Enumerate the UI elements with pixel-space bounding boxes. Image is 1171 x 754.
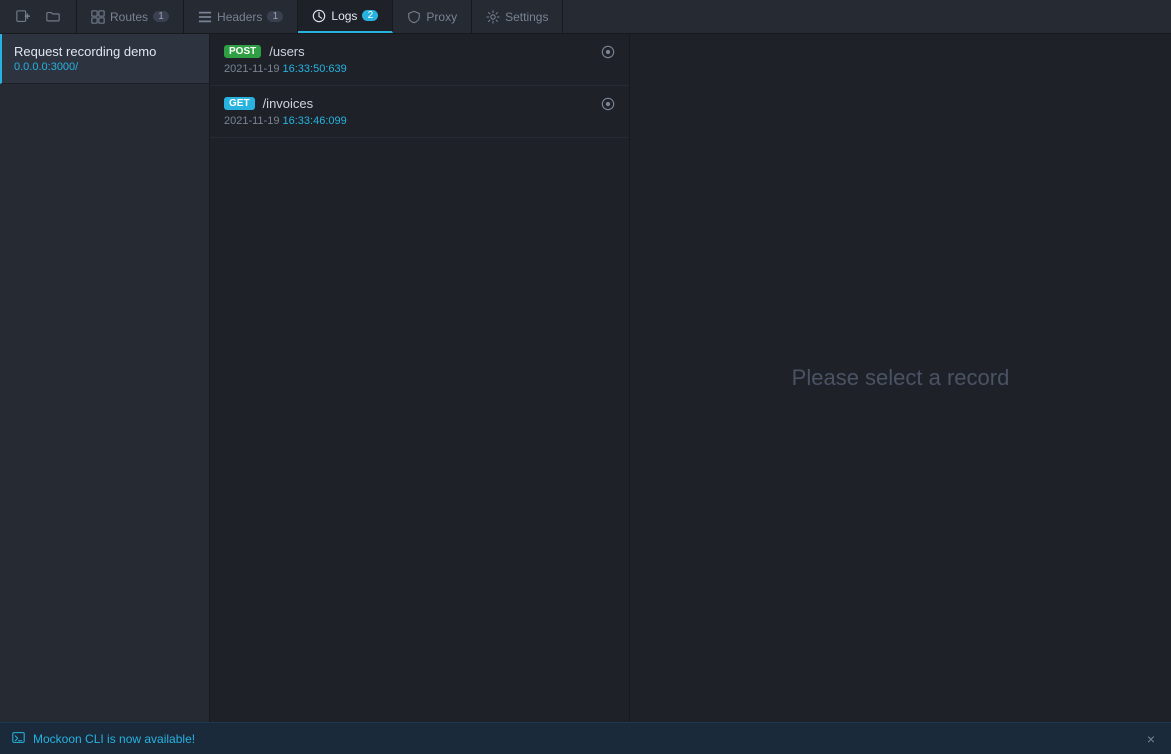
log-entry-1-view-icon[interactable] bbox=[601, 45, 615, 62]
log-entry-2[interactable]: GET /invoices 2021-11-19 16:33:46:099 bbox=[210, 86, 629, 138]
notification-text: Mockoon CLI is now available! bbox=[33, 732, 1135, 746]
tab-logs-label: Logs bbox=[331, 9, 357, 23]
tab-headers-badge: 1 bbox=[267, 11, 283, 22]
tab-settings-label: Settings bbox=[505, 10, 548, 24]
sidebar-item-subtitle: 0.0.0.0:3000/ bbox=[14, 61, 197, 73]
log-entry-2-method: GET bbox=[224, 97, 255, 110]
sidebar-item-title: Request recording demo bbox=[14, 44, 197, 59]
grid-icon bbox=[91, 10, 105, 24]
folder-icon bbox=[46, 10, 60, 24]
log-entry-1-time-highlight: 16:33:50:639 bbox=[283, 63, 347, 75]
tab-headers-label: Headers bbox=[217, 10, 262, 24]
tab-routes[interactable]: Routes 1 bbox=[77, 0, 184, 33]
log-entry-2-info: GET /invoices 2021-11-19 16:33:46:099 bbox=[224, 96, 593, 127]
log-entry-1-method: POST bbox=[224, 45, 261, 58]
tab-settings[interactable]: Settings bbox=[472, 0, 563, 33]
new-env-icon bbox=[16, 10, 30, 24]
log-entry-1-path: /users bbox=[269, 44, 304, 59]
log-entry-2-view-icon[interactable] bbox=[601, 97, 615, 114]
log-entry-2-path: /invoices bbox=[263, 96, 314, 111]
shield-icon bbox=[407, 10, 421, 24]
log-entry-1-top: POST /users bbox=[224, 44, 593, 59]
tab-proxy[interactable]: Proxy bbox=[393, 0, 472, 33]
sidebar: Request recording demo 0.0.0.0:3000/ bbox=[0, 34, 210, 722]
log-entry-2-time: 2021-11-19 16:33:46:099 bbox=[224, 115, 593, 127]
list-icon bbox=[198, 10, 212, 24]
toolbar-icon-group bbox=[0, 0, 77, 33]
tab-routes-badge: 1 bbox=[153, 11, 169, 22]
log-entry-1-time: 2021-11-19 16:33:50:639 bbox=[224, 63, 593, 75]
tab-logs-badge: 2 bbox=[362, 10, 378, 21]
sidebar-item-request-recording-demo[interactable]: Request recording demo 0.0.0.0:3000/ bbox=[0, 34, 209, 84]
detail-placeholder: Please select a record bbox=[792, 365, 1010, 391]
log-entry-1-info: POST /users 2021-11-19 16:33:50:639 bbox=[224, 44, 593, 75]
new-environment-button[interactable] bbox=[10, 6, 36, 28]
tab-headers[interactable]: Headers 1 bbox=[184, 0, 298, 33]
notification-bar: Mockoon CLI is now available! × bbox=[0, 722, 1171, 754]
toolbar: Routes 1 Headers 1 Logs 2 bbox=[0, 0, 1171, 34]
tab-proxy-label: Proxy bbox=[426, 10, 457, 24]
log-entry-1[interactable]: POST /users 2021-11-19 16:33:50:639 bbox=[210, 34, 629, 86]
tab-bar: Routes 1 Headers 1 Logs 2 bbox=[77, 0, 1171, 33]
detail-panel: Please select a record bbox=[630, 34, 1171, 722]
notification-close-button[interactable]: × bbox=[1143, 729, 1159, 749]
log-entry-2-time-highlight: 16:33:46:099 bbox=[283, 115, 347, 127]
gear-icon bbox=[486, 10, 500, 24]
terminal-icon bbox=[12, 731, 25, 747]
log-list: POST /users 2021-11-19 16:33:50:639 GET bbox=[210, 34, 630, 722]
tab-logs[interactable]: Logs 2 bbox=[298, 0, 393, 33]
tab-routes-label: Routes bbox=[110, 10, 148, 24]
clock-icon bbox=[312, 9, 326, 23]
open-environment-button[interactable] bbox=[40, 6, 66, 28]
main-area: Request recording demo 0.0.0.0:3000/ POS… bbox=[0, 34, 1171, 722]
log-entry-2-top: GET /invoices bbox=[224, 96, 593, 111]
